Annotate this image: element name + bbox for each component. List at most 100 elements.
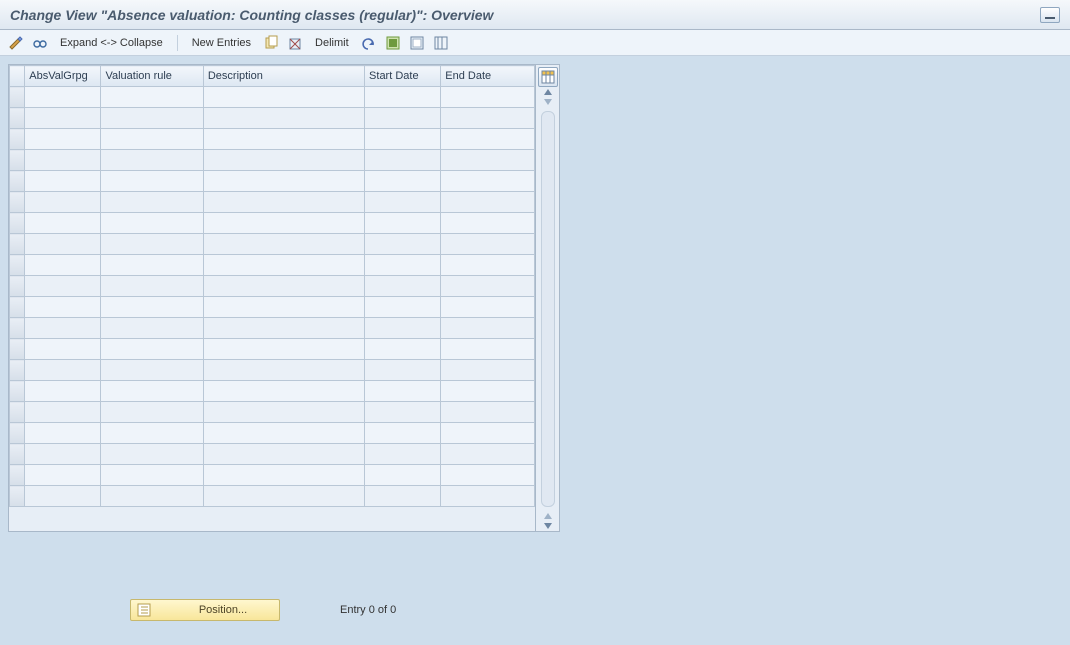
cell[interactable] bbox=[203, 339, 364, 360]
cell[interactable] bbox=[25, 213, 101, 234]
table-row[interactable] bbox=[10, 192, 535, 213]
row-selector[interactable] bbox=[10, 150, 25, 171]
cell[interactable] bbox=[441, 423, 535, 444]
cell[interactable] bbox=[203, 234, 364, 255]
row-selector[interactable] bbox=[10, 234, 25, 255]
row-selector-header[interactable] bbox=[10, 66, 25, 87]
cell[interactable] bbox=[101, 234, 203, 255]
cell[interactable] bbox=[441, 297, 535, 318]
cell[interactable] bbox=[101, 402, 203, 423]
cell[interactable] bbox=[101, 108, 203, 129]
expand-collapse-button[interactable]: Expand <-> Collapse bbox=[56, 37, 167, 49]
cell[interactable] bbox=[365, 465, 441, 486]
cell[interactable] bbox=[365, 360, 441, 381]
col-description[interactable]: Description bbox=[203, 66, 364, 87]
cell[interactable] bbox=[203, 465, 364, 486]
cell[interactable] bbox=[101, 360, 203, 381]
col-valuation-rule[interactable]: Valuation rule bbox=[101, 66, 203, 87]
cell[interactable] bbox=[441, 87, 535, 108]
cell[interactable] bbox=[25, 129, 101, 150]
table-row[interactable] bbox=[10, 234, 535, 255]
cell[interactable] bbox=[203, 171, 364, 192]
delete-icon[interactable] bbox=[287, 35, 303, 51]
cell[interactable] bbox=[365, 486, 441, 507]
cell[interactable] bbox=[101, 486, 203, 507]
row-selector[interactable] bbox=[10, 444, 25, 465]
cell[interactable] bbox=[203, 150, 364, 171]
row-selector[interactable] bbox=[10, 276, 25, 297]
cell[interactable] bbox=[25, 444, 101, 465]
cell[interactable] bbox=[365, 234, 441, 255]
scroll-step-down-icon[interactable] bbox=[544, 99, 552, 105]
cell[interactable] bbox=[365, 276, 441, 297]
table-row[interactable] bbox=[10, 444, 535, 465]
undo-icon[interactable] bbox=[361, 35, 377, 51]
cell[interactable] bbox=[101, 87, 203, 108]
cell[interactable] bbox=[25, 108, 101, 129]
row-selector[interactable] bbox=[10, 402, 25, 423]
col-absvalgrpg[interactable]: AbsValGrpg bbox=[25, 66, 101, 87]
table-row[interactable] bbox=[10, 318, 535, 339]
scroll-down-icon[interactable] bbox=[544, 523, 552, 529]
cell[interactable] bbox=[365, 213, 441, 234]
deselect-all-icon[interactable] bbox=[409, 35, 425, 51]
table-row[interactable] bbox=[10, 360, 535, 381]
table-row[interactable] bbox=[10, 150, 535, 171]
cell[interactable] bbox=[365, 108, 441, 129]
minimize-icon[interactable] bbox=[1040, 7, 1060, 23]
cell[interactable] bbox=[203, 129, 364, 150]
cell[interactable] bbox=[365, 87, 441, 108]
cell[interactable] bbox=[365, 192, 441, 213]
cell[interactable] bbox=[365, 339, 441, 360]
table-row[interactable] bbox=[10, 171, 535, 192]
table-row[interactable] bbox=[10, 402, 535, 423]
copy-icon[interactable] bbox=[263, 35, 279, 51]
cell[interactable] bbox=[25, 486, 101, 507]
cell[interactable] bbox=[441, 192, 535, 213]
table-row[interactable] bbox=[10, 465, 535, 486]
cell[interactable] bbox=[25, 339, 101, 360]
new-entries-button[interactable]: New Entries bbox=[188, 37, 255, 49]
select-all-icon[interactable] bbox=[385, 35, 401, 51]
cell[interactable] bbox=[441, 234, 535, 255]
table-row[interactable] bbox=[10, 339, 535, 360]
cell[interactable] bbox=[365, 171, 441, 192]
cell[interactable] bbox=[203, 213, 364, 234]
row-selector[interactable] bbox=[10, 213, 25, 234]
table-row[interactable] bbox=[10, 276, 535, 297]
cell[interactable] bbox=[25, 360, 101, 381]
cell[interactable] bbox=[441, 129, 535, 150]
cell[interactable] bbox=[441, 339, 535, 360]
table-row[interactable] bbox=[10, 297, 535, 318]
cell[interactable] bbox=[203, 423, 364, 444]
cell[interactable] bbox=[203, 192, 364, 213]
table-row[interactable] bbox=[10, 129, 535, 150]
cell[interactable] bbox=[203, 297, 364, 318]
cell[interactable] bbox=[203, 381, 364, 402]
cell[interactable] bbox=[203, 360, 364, 381]
cell[interactable] bbox=[25, 297, 101, 318]
cell[interactable] bbox=[101, 171, 203, 192]
row-selector[interactable] bbox=[10, 297, 25, 318]
cell[interactable] bbox=[365, 381, 441, 402]
cell[interactable] bbox=[203, 255, 364, 276]
cell[interactable] bbox=[365, 402, 441, 423]
scroll-step-up-icon[interactable] bbox=[544, 513, 552, 519]
glasses-icon[interactable] bbox=[32, 35, 48, 51]
cell[interactable] bbox=[101, 423, 203, 444]
cell[interactable] bbox=[441, 444, 535, 465]
table-row[interactable] bbox=[10, 423, 535, 444]
cell[interactable] bbox=[25, 465, 101, 486]
cell[interactable] bbox=[101, 444, 203, 465]
cell[interactable] bbox=[441, 381, 535, 402]
cell[interactable] bbox=[441, 276, 535, 297]
toggle-edit-icon[interactable] bbox=[8, 35, 24, 51]
table-row[interactable] bbox=[10, 87, 535, 108]
cell[interactable] bbox=[25, 423, 101, 444]
cell[interactable] bbox=[25, 171, 101, 192]
data-table[interactable]: AbsValGrpg Valuation rule Description St… bbox=[9, 65, 535, 507]
cell[interactable] bbox=[25, 87, 101, 108]
cell[interactable] bbox=[25, 192, 101, 213]
cell[interactable] bbox=[203, 402, 364, 423]
cell[interactable] bbox=[101, 192, 203, 213]
